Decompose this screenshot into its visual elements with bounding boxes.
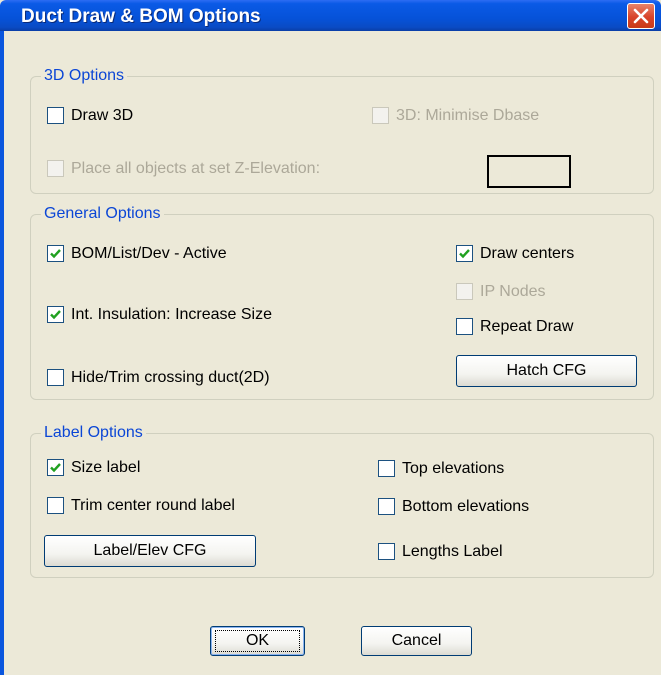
- checkmark-icon: [459, 249, 470, 259]
- repeat-draw-box[interactable]: [456, 318, 473, 335]
- bottom-elevations-box[interactable]: [378, 498, 395, 515]
- group-label-options-legend: Label Options: [41, 424, 146, 442]
- int-insulation-label: Int. Insulation: Increase Size: [71, 306, 272, 323]
- close-button[interactable]: [627, 3, 655, 29]
- cancel-label: Cancel: [391, 632, 442, 649]
- repeat-draw-label: Repeat Draw: [480, 318, 574, 335]
- minimise-dbase-box[interactable]: [372, 107, 389, 124]
- set-z-elevation-box[interactable]: [47, 160, 64, 177]
- int-insulation-box[interactable]: [47, 306, 64, 323]
- hide-trim-box[interactable]: [47, 369, 64, 386]
- hatch-cfg-label: Hatch CFG: [506, 362, 587, 379]
- draw-3d-label: Draw 3D: [71, 107, 134, 124]
- trim-center-label: Trim center round label: [71, 497, 235, 514]
- trim-center-box[interactable]: [47, 497, 64, 514]
- top-elevations-box[interactable]: [378, 460, 395, 477]
- ip-nodes-box[interactable]: [456, 283, 473, 300]
- lengths-label-box[interactable]: [378, 543, 395, 560]
- label-elev-cfg-label: Label/Elev CFG: [93, 542, 207, 559]
- hatch-cfg-button[interactable]: Hatch CFG: [456, 355, 637, 387]
- ip-nodes-label: IP Nodes: [480, 283, 546, 300]
- checkmark-icon: [50, 463, 61, 473]
- z-elevation-input[interactable]: [487, 155, 571, 188]
- dialog-window: Duct Draw & BOM Options 3D Options Draw …: [0, 0, 661, 675]
- bom-active-label: BOM/List/Dev - Active: [71, 245, 227, 262]
- top-elevations-label: Top elevations: [402, 460, 505, 477]
- group-general-options-legend: General Options: [41, 205, 164, 223]
- set-z-elevation-label: Place all objects at set Z-Elevation:: [71, 160, 321, 177]
- ok-button[interactable]: OK: [210, 626, 305, 656]
- close-icon: [633, 8, 649, 24]
- focus-rectangle: [215, 630, 300, 652]
- lengths-label-label: Lengths Label: [402, 543, 503, 560]
- bom-active-box[interactable]: [47, 245, 64, 262]
- draw-centers-label: Draw centers: [480, 245, 575, 262]
- title-bar[interactable]: Duct Draw & BOM Options: [0, 0, 661, 31]
- draw-centers-box[interactable]: [456, 245, 473, 262]
- bottom-elevations-label: Bottom elevations: [402, 498, 530, 515]
- size-label-box[interactable]: [47, 459, 64, 476]
- size-label-label: Size label: [71, 459, 141, 476]
- label-elev-cfg-button[interactable]: Label/Elev CFG: [44, 535, 256, 567]
- window-title: Duct Draw & BOM Options: [21, 6, 261, 27]
- group-3d-options-legend: 3D Options: [41, 67, 128, 85]
- hide-trim-label: Hide/Trim crossing duct(2D): [71, 369, 270, 386]
- cancel-button[interactable]: Cancel: [361, 626, 472, 656]
- minimise-dbase-label: 3D: Minimise Dbase: [396, 107, 540, 124]
- checkmark-icon: [50, 310, 61, 320]
- window-frame-left: [0, 31, 4, 675]
- draw-3d-box[interactable]: [47, 107, 64, 124]
- checkmark-icon: [50, 249, 61, 259]
